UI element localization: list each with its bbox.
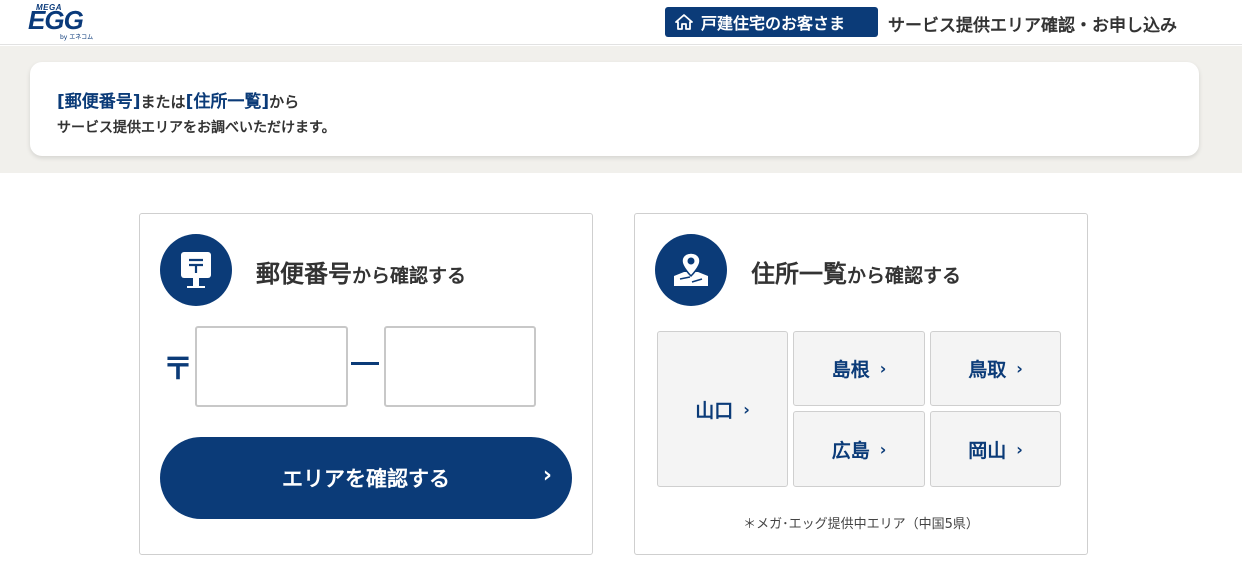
banner-address-highlight: [住所一覧] bbox=[185, 92, 270, 112]
postbox-circle bbox=[160, 234, 232, 306]
prefecture-label: 山口 bbox=[695, 399, 734, 422]
info-banner: [郵便番号]または[住所一覧]から サービス提供エリアをお調べいただけます。 bbox=[30, 62, 1199, 156]
badge-label: 戸建住宅のお客さま bbox=[701, 14, 846, 33]
service-area-link[interactable]: サービス提供エリア確認・お申し込み bbox=[888, 11, 1177, 36]
logo-by-text: by エネコム bbox=[60, 34, 94, 41]
banner-mid-text: または bbox=[140, 93, 186, 111]
postal-title-sub: から確認する bbox=[352, 265, 467, 287]
address-title-sub: から確認する bbox=[847, 265, 962, 287]
prefecture-label: 鳥取 bbox=[968, 359, 1007, 381]
postbox-icon bbox=[181, 252, 211, 288]
banner-postal-highlight: [郵便番号] bbox=[57, 92, 141, 112]
site-header: MEGA EGG by エネコム 戸建住宅のお客さま サービス提供エリア確認・お… bbox=[0, 0, 1242, 45]
chevron-right-icon: › bbox=[1016, 439, 1023, 459]
banner-line1: [郵便番号]または[住所一覧]から bbox=[57, 87, 299, 112]
chevron-right-icon: › bbox=[879, 439, 887, 459]
chevron-right-icon: › bbox=[879, 359, 887, 378]
chevron-right-icon: › bbox=[542, 463, 552, 488]
map-pin-icon bbox=[674, 252, 708, 286]
prefecture-okayama-button[interactable]: 岡山 › bbox=[930, 411, 1061, 487]
address-title-main: 住所一覧 bbox=[751, 260, 847, 288]
postal-mark-icon: 〒 bbox=[163, 352, 193, 387]
prefecture-tottori-button[interactable]: 鳥取 › bbox=[930, 331, 1061, 406]
address-list-card: 住所一覧から確認する 山口 › 島根 › 鳥取 › 広島 › 岡山 › ＊メガ･エッグ提供… bbox=[634, 213, 1088, 555]
service-area-note: ＊メガ･エッグ提供中エリア（中国5県） bbox=[743, 517, 979, 532]
prefecture-label: 岡山 bbox=[968, 439, 1007, 462]
prefecture-yamaguchi-button[interactable]: 山口 › bbox=[657, 331, 788, 487]
confirm-area-button[interactable]: エリアを確認する › bbox=[160, 437, 572, 519]
chevron-right-icon: › bbox=[743, 399, 750, 419]
confirm-area-label: エリアを確認する bbox=[282, 467, 450, 491]
home-icon bbox=[675, 14, 693, 30]
banner-end-text: から bbox=[269, 93, 300, 111]
postal-title-main: 郵便番号 bbox=[256, 260, 352, 288]
postal-code-card: 郵便番号から確認する 〒 エリアを確認する › bbox=[139, 213, 593, 555]
prefecture-shimane-button[interactable]: 島根 › bbox=[793, 331, 925, 406]
prefecture-label: 島根 bbox=[831, 359, 870, 381]
chevron-right-icon: › bbox=[1016, 359, 1023, 378]
address-card-title: 住所一覧から確認する bbox=[751, 254, 961, 289]
prefecture-label: 広島 bbox=[831, 439, 870, 462]
logo-egg-text: EGG bbox=[28, 5, 84, 35]
zip-second-input[interactable] bbox=[384, 326, 536, 407]
prefecture-hiroshima-button[interactable]: 広島 › bbox=[793, 411, 925, 487]
zip-first-input[interactable] bbox=[195, 326, 348, 407]
mega-egg-logo[interactable]: MEGA EGG by エネコム bbox=[28, 3, 102, 41]
map-circle bbox=[655, 234, 727, 306]
banner-line2: サービス提供エリアをお調べいただけます。 bbox=[57, 120, 336, 136]
zip-dash bbox=[351, 362, 379, 365]
detached-house-badge[interactable]: 戸建住宅のお客さま bbox=[665, 7, 878, 37]
postal-card-title: 郵便番号から確認する bbox=[256, 254, 466, 289]
